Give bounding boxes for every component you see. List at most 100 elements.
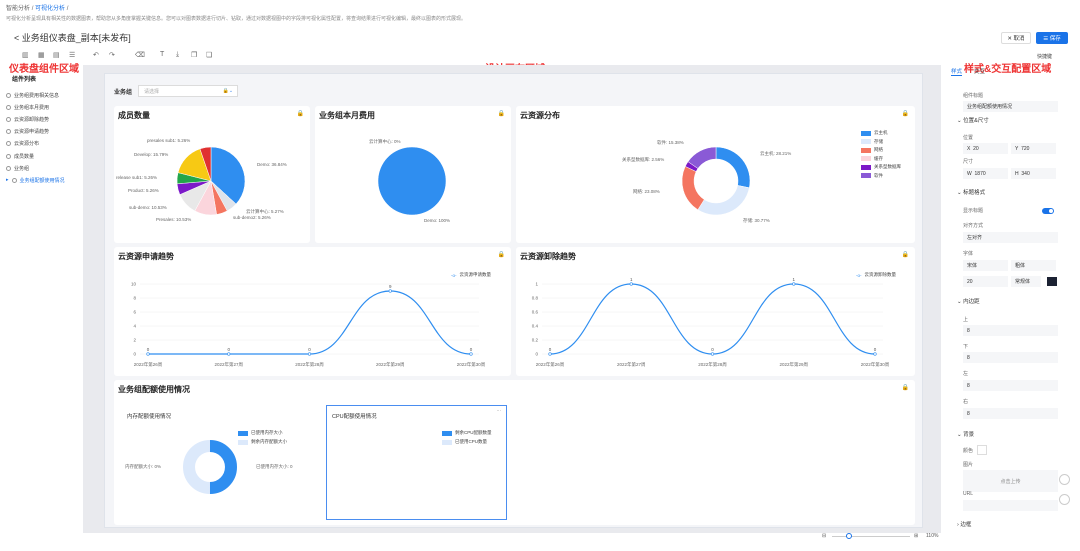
list-icon[interactable]: ☰	[69, 51, 75, 59]
save-button[interactable]: ☰ 保存	[1036, 32, 1068, 44]
data-label: 0	[711, 347, 714, 352]
padding-bottom-label: 下	[963, 344, 969, 350]
paste-icon[interactable]: ❏	[206, 51, 212, 59]
component-list-item[interactable]: 业务组	[6, 162, 83, 174]
pie-label: sub-demo2: 5.26%	[233, 215, 271, 220]
component-list-item[interactable]: 云资源申请趋势	[6, 126, 83, 138]
h-input[interactable]: H 340	[1011, 168, 1056, 179]
component-list-item[interactable]: 云资源分布	[6, 138, 83, 150]
w-input[interactable]: W 1870	[963, 168, 1008, 179]
align-select[interactable]: 左对齐	[963, 232, 1058, 243]
chart-icon[interactable]: ▥	[22, 51, 29, 59]
font-select[interactable]: 宋体	[963, 260, 1008, 271]
weight-select[interactable]: 粗体	[1011, 260, 1056, 271]
section-title-style[interactable]: ⌄ 标题格式	[957, 188, 985, 196]
data-label: 0	[470, 347, 473, 352]
pie-label: 存储: 30.77%	[743, 218, 770, 223]
padding-right-input[interactable]: 8	[963, 408, 1058, 419]
pie-slice[interactable]	[715, 146, 751, 189]
bg-color-label: 颜色	[963, 448, 974, 454]
grid-icon[interactable]: ▦	[38, 51, 45, 59]
component-list-item[interactable]: ▸ 业务组配额使用情况	[6, 174, 83, 186]
card-monthly-cost[interactable]: 业务组本月费用 🔒 云计算中心: 0% Demo: 100%	[315, 106, 511, 243]
line-style-select[interactable]: 常规体	[1011, 276, 1041, 287]
text-icon[interactable]: T	[160, 51, 164, 58]
x-tick-label: 2022年第26周	[536, 361, 565, 368]
component-list-item[interactable]: 业务组本月费用	[6, 101, 83, 113]
section-border[interactable]: › 边框	[957, 520, 971, 528]
color-swatch[interactable]	[1047, 277, 1057, 286]
table-icon[interactable]: ▤	[53, 51, 60, 59]
line-legend: -o- 云资源申请数量	[451, 272, 491, 278]
font-label: 字体	[963, 251, 974, 257]
bg-color-swatch[interactable]	[977, 445, 987, 455]
pie-slice[interactable]	[681, 166, 705, 211]
pie-label: 云计算中心: 0%	[369, 139, 401, 144]
y-input[interactable]: Y 720	[1011, 143, 1056, 154]
component-icon	[6, 116, 11, 122]
cancel-button[interactable]: ✕ 取消	[1001, 32, 1031, 44]
feedback-icon[interactable]	[1059, 474, 1070, 485]
cpu-panel[interactable]: CPU配额使用情况 ··· 剩余CPU配额数量 已使用CPU数量	[326, 405, 507, 520]
size-label: 尺寸	[963, 159, 974, 165]
comp-title-label: 组件标题	[963, 93, 984, 99]
pie-slice[interactable]	[697, 185, 750, 216]
component-list-item[interactable]: 业务组费用相关信息	[6, 89, 83, 101]
lock-chevron-icon: 🔒⌄	[222, 88, 234, 94]
tab-style[interactable]: 样式	[951, 67, 963, 76]
tab-interaction[interactable]: 交互	[974, 67, 985, 75]
card-apply-trend[interactable]: 云资源申请趋势 🔒 0 2 4 6 8 10 0 2022年第26周 0 2022年第27周 0 20…	[114, 247, 511, 376]
zoom-out-icon[interactable]: ⊟	[822, 533, 826, 539]
padding-left-input[interactable]: 8	[963, 380, 1058, 391]
data-label: 1	[792, 277, 795, 282]
component-list-item[interactable]: 云资源卸除趋势	[6, 113, 83, 125]
data-point	[307, 352, 312, 356]
card-resource-dist[interactable]: 云资源分布 🔒 软件: 15.38% 关系型数据库: 2.56% 网络: 23.…	[516, 106, 915, 243]
card-members[interactable]: 成员数量 🔒 presales sub1: 5.26% Develop: 15.…	[114, 106, 310, 243]
section-pos-size[interactable]: ⌄ 位置&尺寸	[957, 116, 989, 124]
group-select[interactable]: 请选择 🔒⌄	[138, 85, 239, 97]
download-icon[interactable]: ⤓	[176, 51, 179, 59]
page-title[interactable]: < 业务组仪表盘_副本[未发布]	[14, 31, 131, 44]
section-padding[interactable]: ⌄ 内边距	[957, 297, 980, 305]
undo-icon[interactable]: ↶	[93, 51, 99, 59]
zoom-in-icon[interactable]: ⊞	[914, 533, 918, 539]
padding-top-input[interactable]: 8	[963, 325, 1058, 336]
upload-button[interactable]: 点击上传	[963, 470, 1058, 492]
comp-title-input[interactable]: 业务组配额使用情况	[963, 101, 1058, 112]
url-input[interactable]	[963, 500, 1058, 511]
card-remove-trend[interactable]: 云资源卸除趋势 🔒 0 0.2 0.4 0.6 0.8 1 0 2022年第26周 1 2022年…	[516, 247, 915, 376]
group-filter: 业务组 请选择 🔒⌄	[114, 84, 264, 98]
x-tick-label: 2022年第30周	[861, 361, 890, 368]
show-title-toggle[interactable]	[1042, 208, 1054, 214]
section-background[interactable]: ⌄ 背景	[957, 430, 974, 438]
component-list-item[interactable]: 成员数量	[6, 150, 83, 162]
zoom-handle[interactable]	[846, 533, 852, 539]
mem-donut	[183, 440, 237, 494]
x-tick-label: 2022年第28周	[698, 361, 727, 368]
shortcut-link[interactable]: 快捷键	[1037, 53, 1052, 60]
x-tick-label: 2022年第27周	[214, 361, 243, 368]
y-tick-label: 0.6	[532, 310, 539, 315]
more-icon[interactable]: ···	[497, 408, 502, 413]
lock-icon[interactable]: 🔒	[902, 384, 909, 391]
y-tick-label: 1	[535, 282, 538, 287]
zoom-slider[interactable]	[832, 536, 910, 537]
breadcrumb-root[interactable]: 智能分析	[6, 6, 30, 12]
component-list-title: 组件列表	[12, 77, 37, 83]
x-tick-label: 2022年第29周	[779, 361, 808, 368]
card-quota[interactable]: 业务组配额使用情况 🔒 内存配额使用情况 内存配额大小: 0% 已使用内存大小:…	[114, 380, 915, 525]
chat-icon[interactable]	[1059, 494, 1070, 505]
breadcrumb-current[interactable]: 可视化分析	[35, 6, 65, 12]
padding-bottom-input[interactable]: 8	[963, 352, 1058, 363]
pie-slice[interactable]	[377, 146, 447, 216]
copy-icon[interactable]: ❐	[191, 51, 197, 59]
dist-legend-item: 软件	[861, 173, 883, 179]
x-input[interactable]: X 20	[963, 143, 1008, 154]
redo-icon[interactable]: ↷	[109, 51, 115, 59]
y-tick-label: 0	[535, 352, 538, 357]
data-point	[227, 352, 231, 356]
font-size-select[interactable]: 20	[963, 276, 1008, 287]
x-tick-label: 2022年第30周	[457, 361, 486, 368]
delete-icon[interactable]: ⌫	[135, 51, 145, 59]
